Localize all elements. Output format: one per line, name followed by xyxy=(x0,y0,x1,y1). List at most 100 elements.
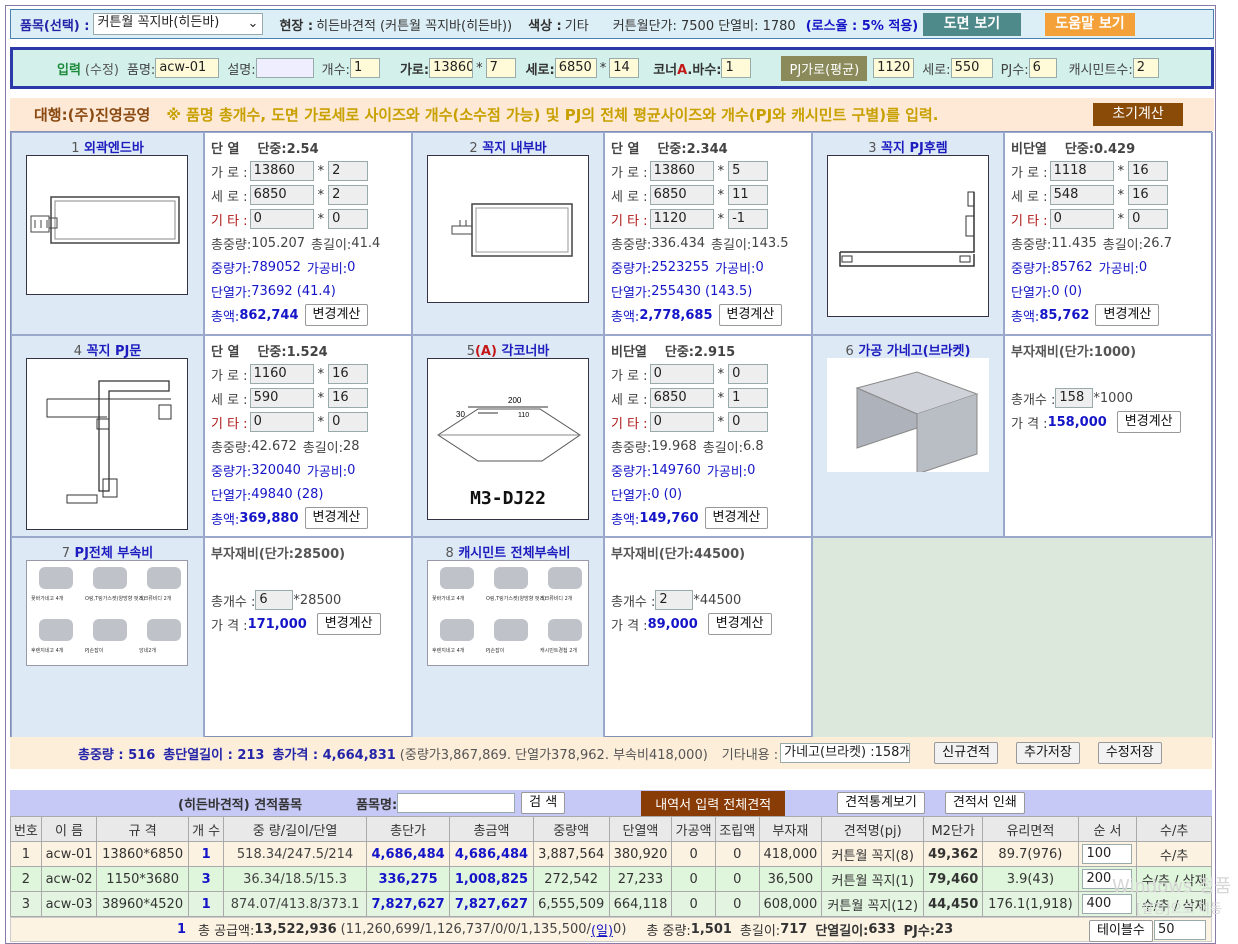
part-height-mult-input[interactable]: 11 xyxy=(728,185,769,205)
cell-value: 608,000 xyxy=(763,896,818,912)
part-etc-input[interactable]: 0 xyxy=(249,412,314,432)
table-cell: 79,460 xyxy=(923,866,984,892)
count-input[interactable]: 1 xyxy=(349,58,380,78)
part-width-mult-input[interactable]: 16 xyxy=(1128,161,1169,181)
table-cell: 2 xyxy=(10,866,42,892)
cashmint-input[interactable]: 2 xyxy=(1132,58,1159,78)
part-height-input[interactable]: 548 xyxy=(1049,185,1114,205)
order-input[interactable]: 400 xyxy=(1082,894,1133,914)
table-cell: 27,233 xyxy=(608,866,673,892)
part-etc-mult-input[interactable]: 0 xyxy=(328,412,369,432)
table-count-button[interactable]: 테이블수 xyxy=(1089,920,1153,942)
part-width-input[interactable]: 0 xyxy=(649,364,714,384)
pj-height-input[interactable]: 550 xyxy=(950,58,993,78)
qty-input[interactable]: 158 xyxy=(1055,388,1094,408)
total-insulation-length: 총단열길이 : 213 xyxy=(163,747,265,763)
estimate-stat-button[interactable]: 견적통계보기 xyxy=(837,792,925,814)
cell-value: 418,000 xyxy=(763,846,818,862)
part-height-input[interactable]: 6850 xyxy=(649,185,714,205)
gasket-icon xyxy=(494,567,528,589)
part-etc-mult-input[interactable]: 0 xyxy=(728,412,769,432)
part-etc-input[interactable]: 0 xyxy=(649,412,714,432)
print-estimate-button[interactable]: 견적서 인쇄 xyxy=(944,792,1025,814)
part-etc-input[interactable]: 1120 xyxy=(649,209,714,229)
cell-value: 272,542 xyxy=(544,871,599,887)
name-input[interactable]: acw-01 xyxy=(155,58,220,78)
col-header: 중량액 xyxy=(532,816,610,842)
part-width-mult-input[interactable]: 16 xyxy=(328,364,369,384)
end-bar-profile-icon xyxy=(30,196,180,244)
cell-value[interactable]: 수/추 / 삭제 xyxy=(1142,874,1207,889)
accessory-label: PJ손잡이 xyxy=(85,648,104,654)
new-estimate-button[interactable]: 신규견적 xyxy=(934,742,998,764)
etc-input[interactable]: 가네고(브라켓) :158개 xyxy=(780,743,911,763)
recalc-button[interactable]: 변경계산 xyxy=(1116,411,1181,433)
width-input[interactable]: 13860 xyxy=(429,58,474,78)
order-input[interactable]: 200 xyxy=(1082,869,1133,889)
height-mult-input[interactable]: 14 xyxy=(609,58,640,78)
height-input[interactable]: 6850 xyxy=(554,58,597,78)
part-etc-mult-input[interactable]: 0 xyxy=(1128,209,1169,229)
add-save-button[interactable]: 추가저장 xyxy=(1016,742,1080,764)
pj-width-input[interactable]: 1120 xyxy=(873,58,915,78)
part-height-mult-input[interactable]: 2 xyxy=(328,185,369,205)
initial-calc-button[interactable]: 초기계산 xyxy=(1093,103,1183,126)
recalc-button[interactable]: 변경계산 xyxy=(718,304,783,326)
part-etc-input[interactable]: 0 xyxy=(1049,209,1114,229)
recalc-button[interactable]: 변경계산 xyxy=(316,613,381,635)
full-estimate-button[interactable]: 내역서 입력 전체견적 xyxy=(641,790,786,816)
part-width-mult-input[interactable]: 2 xyxy=(328,161,369,181)
part-height-mult-sign: * xyxy=(717,390,725,406)
chevron-down-icon: ⌄ xyxy=(247,16,259,31)
pj-count-input[interactable]: 6 xyxy=(1028,58,1057,78)
table-count-input[interactable]: 50 xyxy=(1154,920,1206,940)
table-cell: 38960*4520 xyxy=(96,891,189,917)
item-select[interactable]: 커튼월 꼭지바(히든바) ⌄ xyxy=(93,13,264,35)
part-5-drawing: 200 30 110 M3-DJ22 xyxy=(427,358,589,520)
cell-value: 1 xyxy=(201,846,211,862)
help-view-button[interactable]: 도움말 보기 xyxy=(1045,13,1135,36)
part-3-info: 비단열 단중:0.429 가 로 :1118 * 16 세 로 :548 * 16 기 타 :0… xyxy=(1011,135,1172,327)
width-mult-input[interactable]: 7 xyxy=(485,58,516,78)
recalc-button[interactable]: 변경계산 xyxy=(1095,304,1160,326)
part-width-mult-input[interactable]: 5 xyxy=(728,161,769,181)
qty-input[interactable]: 2 xyxy=(655,590,694,610)
corner-input[interactable]: 1 xyxy=(721,58,752,78)
desc-label: 설명: xyxy=(227,62,256,78)
part-height-input[interactable]: 590 xyxy=(249,388,314,408)
part-width-input[interactable]: 1118 xyxy=(1049,161,1114,181)
cell-value[interactable]: 수/추 xyxy=(1160,849,1188,864)
recalc-button[interactable]: 변경계산 xyxy=(304,507,369,529)
drawing-view-button[interactable]: 도면 보기 xyxy=(923,13,1021,36)
part-width-mult-input[interactable]: 0 xyxy=(728,364,769,384)
modify-save-button[interactable]: 수정저장 xyxy=(1097,742,1162,764)
part-height-mult-input[interactable]: 16 xyxy=(1128,185,1169,205)
part-etc-input[interactable]: 0 xyxy=(249,209,314,229)
part-height-mult-input[interactable]: 16 xyxy=(328,388,369,408)
daily-link[interactable]: (일) xyxy=(591,920,613,939)
part-height-mult-input[interactable]: 1 xyxy=(728,388,769,408)
table-cell: 336,275 xyxy=(365,866,451,892)
part-height-input[interactable]: 6850 xyxy=(649,388,714,408)
part-2-drawing xyxy=(427,155,589,303)
part-height-input[interactable]: 6850 xyxy=(249,185,314,205)
part-width-input[interactable]: 13860 xyxy=(649,161,714,181)
order-input[interactable]: 100 xyxy=(1082,844,1133,864)
pj-width-avg-button[interactable]: PJ가로(평균) xyxy=(781,55,868,81)
search-button[interactable]: 검 색 xyxy=(521,792,566,814)
desc-input[interactable] xyxy=(255,58,314,78)
recalc-button[interactable]: 변경계산 xyxy=(304,304,369,326)
process-cost-label: 가공비: xyxy=(306,261,348,277)
part-width-input[interactable]: 13860 xyxy=(249,161,314,181)
part-etc-mult-input[interactable]: -1 xyxy=(728,209,769,229)
list-name-input[interactable] xyxy=(397,793,516,813)
part-etc-mult-input[interactable]: 0 xyxy=(328,209,369,229)
qty-input[interactable]: 6 xyxy=(255,590,294,610)
recalc-button[interactable]: 변경계산 xyxy=(707,613,772,635)
part-7-info: 부자재비(단가:28500) 총개수 :6 *28500 가 격 :171,000 변경… xyxy=(211,540,381,636)
recalc-button[interactable]: 변경계산 xyxy=(704,507,769,529)
part-width-input[interactable]: 1160 xyxy=(249,364,314,384)
cell-value[interactable]: 수/추 / 삭제 xyxy=(1142,899,1207,914)
table-cell: 7,827,627 xyxy=(365,891,451,917)
